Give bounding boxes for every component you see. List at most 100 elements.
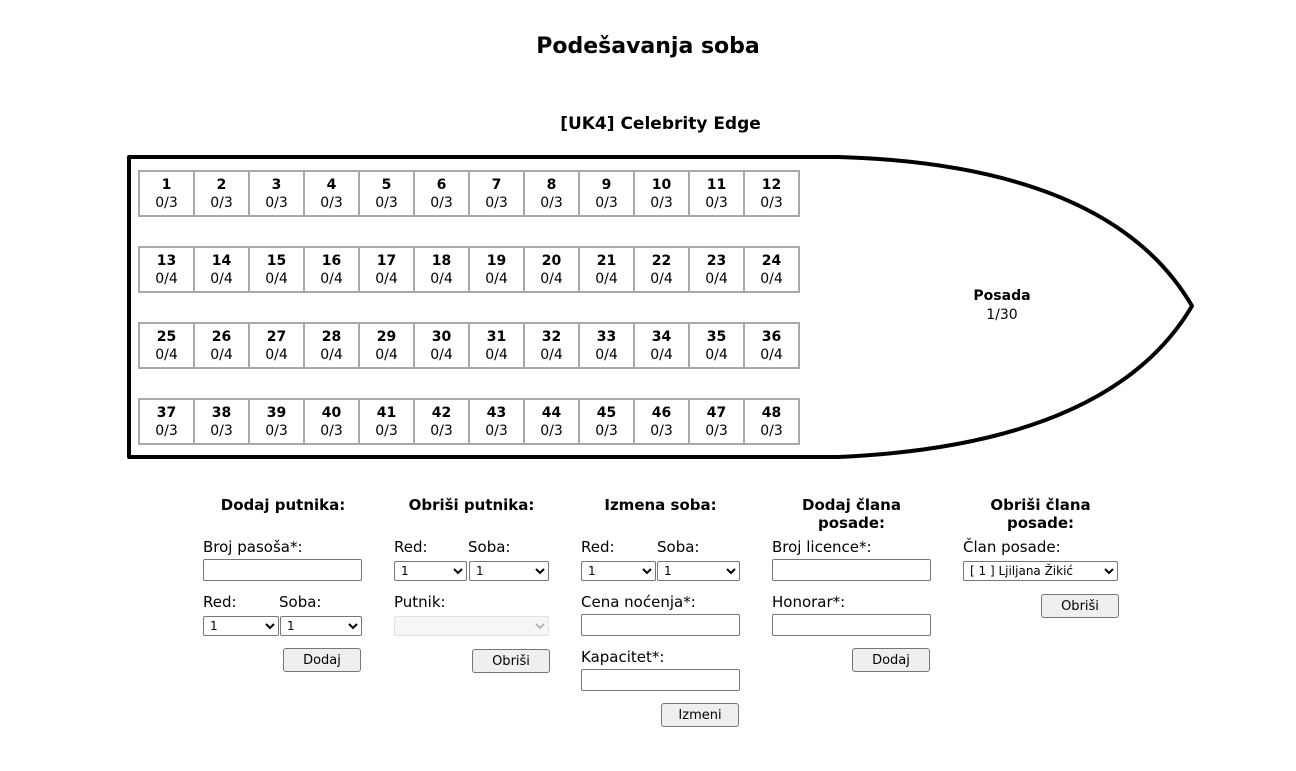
passport-input[interactable] — [203, 559, 362, 581]
room-occupancy: 0/3 — [650, 195, 673, 211]
room-occupancy: 0/3 — [705, 195, 728, 211]
delete-passenger-title: Obriši putnika: — [408, 496, 535, 514]
room-number: 1 — [161, 177, 172, 193]
room-row: 37 0/3 38 0/3 39 0/3 40 0/3 41 0/3 42 0/3 43 0/3 44 0/3… — [138, 398, 800, 445]
room-cell[interactable]: 10 0/3 — [633, 170, 690, 217]
room-occupancy: 0/4 — [430, 347, 453, 363]
crew-label: Posada — [973, 288, 1031, 304]
edit-row-select[interactable]: 1 — [581, 561, 656, 581]
room-cell[interactable]: 44 0/3 — [523, 398, 580, 445]
fee-input[interactable] — [772, 614, 931, 636]
room-occupancy: 0/4 — [705, 271, 728, 287]
room-number: 37 — [156, 405, 177, 421]
room-occupancy: 0/3 — [320, 423, 343, 439]
room-cell[interactable]: 12 0/3 — [743, 170, 800, 217]
room-cell[interactable]: 48 0/3 — [743, 398, 800, 445]
add-crew-button[interactable]: Dodaj — [852, 648, 930, 672]
room-cell[interactable]: 43 0/3 — [468, 398, 525, 445]
room-number: 24 — [761, 253, 782, 269]
room-cell[interactable]: 4 0/3 — [303, 170, 360, 217]
room-cell[interactable]: 3 0/3 — [248, 170, 305, 217]
room-cell[interactable]: 11 0/3 — [688, 170, 745, 217]
room-cell[interactable]: 24 0/4 — [743, 246, 800, 293]
room-cell[interactable]: 29 0/4 — [358, 322, 415, 369]
room-occupancy: 0/4 — [320, 271, 343, 287]
room-cell[interactable]: 38 0/3 — [193, 398, 250, 445]
room-cell[interactable]: 25 0/4 — [138, 322, 195, 369]
room-cell[interactable]: 23 0/4 — [688, 246, 745, 293]
room-cell[interactable]: 46 0/3 — [633, 398, 690, 445]
room-cell[interactable]: 35 0/4 — [688, 322, 745, 369]
delete-crew-button[interactable]: Obriši — [1041, 594, 1119, 618]
room-occupancy: 0/3 — [430, 423, 453, 439]
room-number: 48 — [761, 405, 782, 421]
room-cell[interactable]: 28 0/4 — [303, 322, 360, 369]
delete-room-select[interactable]: 1 — [469, 561, 549, 581]
room-cell[interactable]: 16 0/4 — [303, 246, 360, 293]
crew-member-select[interactable]: [ 1 ] Ljiljana Žikić — [963, 561, 1118, 581]
delete-row-select[interactable]: 1 — [394, 561, 467, 581]
room-occupancy: 0/4 — [210, 347, 233, 363]
room-cell[interactable]: 37 0/3 — [138, 398, 195, 445]
room-number: 47 — [706, 405, 727, 421]
room-cell[interactable]: 32 0/4 — [523, 322, 580, 369]
room-cell[interactable]: 7 0/3 — [468, 170, 525, 217]
crew-summary[interactable]: Posada 1/30 — [950, 288, 1054, 323]
room-cell[interactable]: 13 0/4 — [138, 246, 195, 293]
room-cell[interactable]: 39 0/3 — [248, 398, 305, 445]
room-cell[interactable]: 8 0/3 — [523, 170, 580, 217]
room-cell[interactable]: 30 0/4 — [413, 322, 470, 369]
room-cell[interactable]: 15 0/4 — [248, 246, 305, 293]
room-cell[interactable]: 19 0/4 — [468, 246, 525, 293]
add-passenger-button[interactable]: Dodaj — [283, 648, 361, 672]
room-cell[interactable]: 21 0/4 — [578, 246, 635, 293]
room-cell[interactable]: 18 0/4 — [413, 246, 470, 293]
room-cell[interactable]: 45 0/3 — [578, 398, 635, 445]
room-cell[interactable]: 26 0/4 — [193, 322, 250, 369]
room-occupancy: 0/3 — [375, 195, 398, 211]
room-cell[interactable]: 40 0/3 — [303, 398, 360, 445]
room-occupancy: 0/3 — [155, 423, 178, 439]
license-input[interactable] — [772, 559, 931, 581]
room-number: 17 — [376, 253, 397, 269]
add-room-select[interactable]: 1 — [280, 616, 362, 636]
price-input[interactable] — [581, 614, 740, 636]
room-occupancy: 0/3 — [210, 423, 233, 439]
room-cell[interactable]: 27 0/4 — [248, 322, 305, 369]
room-number: 6 — [436, 177, 447, 193]
add-row-select[interactable]: 1 — [203, 616, 279, 636]
room-occupancy: 0/3 — [485, 423, 508, 439]
room-cell[interactable]: 5 0/3 — [358, 170, 415, 217]
room-occupancy: 0/3 — [375, 423, 398, 439]
room-number: 12 — [761, 177, 782, 193]
room-cell[interactable]: 36 0/4 — [743, 322, 800, 369]
room-cell[interactable]: 14 0/4 — [193, 246, 250, 293]
room-cell[interactable]: 31 0/4 — [468, 322, 525, 369]
delete-passenger-button[interactable]: Obriši — [472, 649, 550, 673]
room-cell[interactable]: 20 0/4 — [523, 246, 580, 293]
room-cell[interactable]: 33 0/4 — [578, 322, 635, 369]
edit-room-label: Soba: — [657, 538, 700, 556]
room-cell[interactable]: 9 0/3 — [578, 170, 635, 217]
room-cell[interactable]: 42 0/3 — [413, 398, 470, 445]
room-occupancy: 0/3 — [595, 195, 618, 211]
room-occupancy: 0/3 — [430, 195, 453, 211]
room-cell[interactable]: 6 0/3 — [413, 170, 470, 217]
edit-row-label: Red: — [581, 538, 615, 556]
room-cell[interactable]: 47 0/3 — [688, 398, 745, 445]
room-number: 9 — [601, 177, 612, 193]
room-number: 3 — [271, 177, 282, 193]
capacity-input[interactable] — [581, 669, 740, 691]
room-cell[interactable]: 17 0/4 — [358, 246, 415, 293]
room-cell[interactable]: 22 0/4 — [633, 246, 690, 293]
room-cell[interactable]: 34 0/4 — [633, 322, 690, 369]
edit-room-select[interactable]: 1 — [657, 561, 740, 581]
room-occupancy: 0/4 — [155, 271, 178, 287]
room-cell[interactable]: 41 0/3 — [358, 398, 415, 445]
room-cell[interactable]: 1 0/3 — [138, 170, 195, 217]
room-cell[interactable]: 2 0/3 — [193, 170, 250, 217]
room-number: 46 — [651, 405, 672, 421]
edit-room-button[interactable]: Izmeni — [661, 703, 739, 727]
passenger-select[interactable] — [394, 616, 549, 636]
room-occupancy: 0/3 — [760, 423, 783, 439]
